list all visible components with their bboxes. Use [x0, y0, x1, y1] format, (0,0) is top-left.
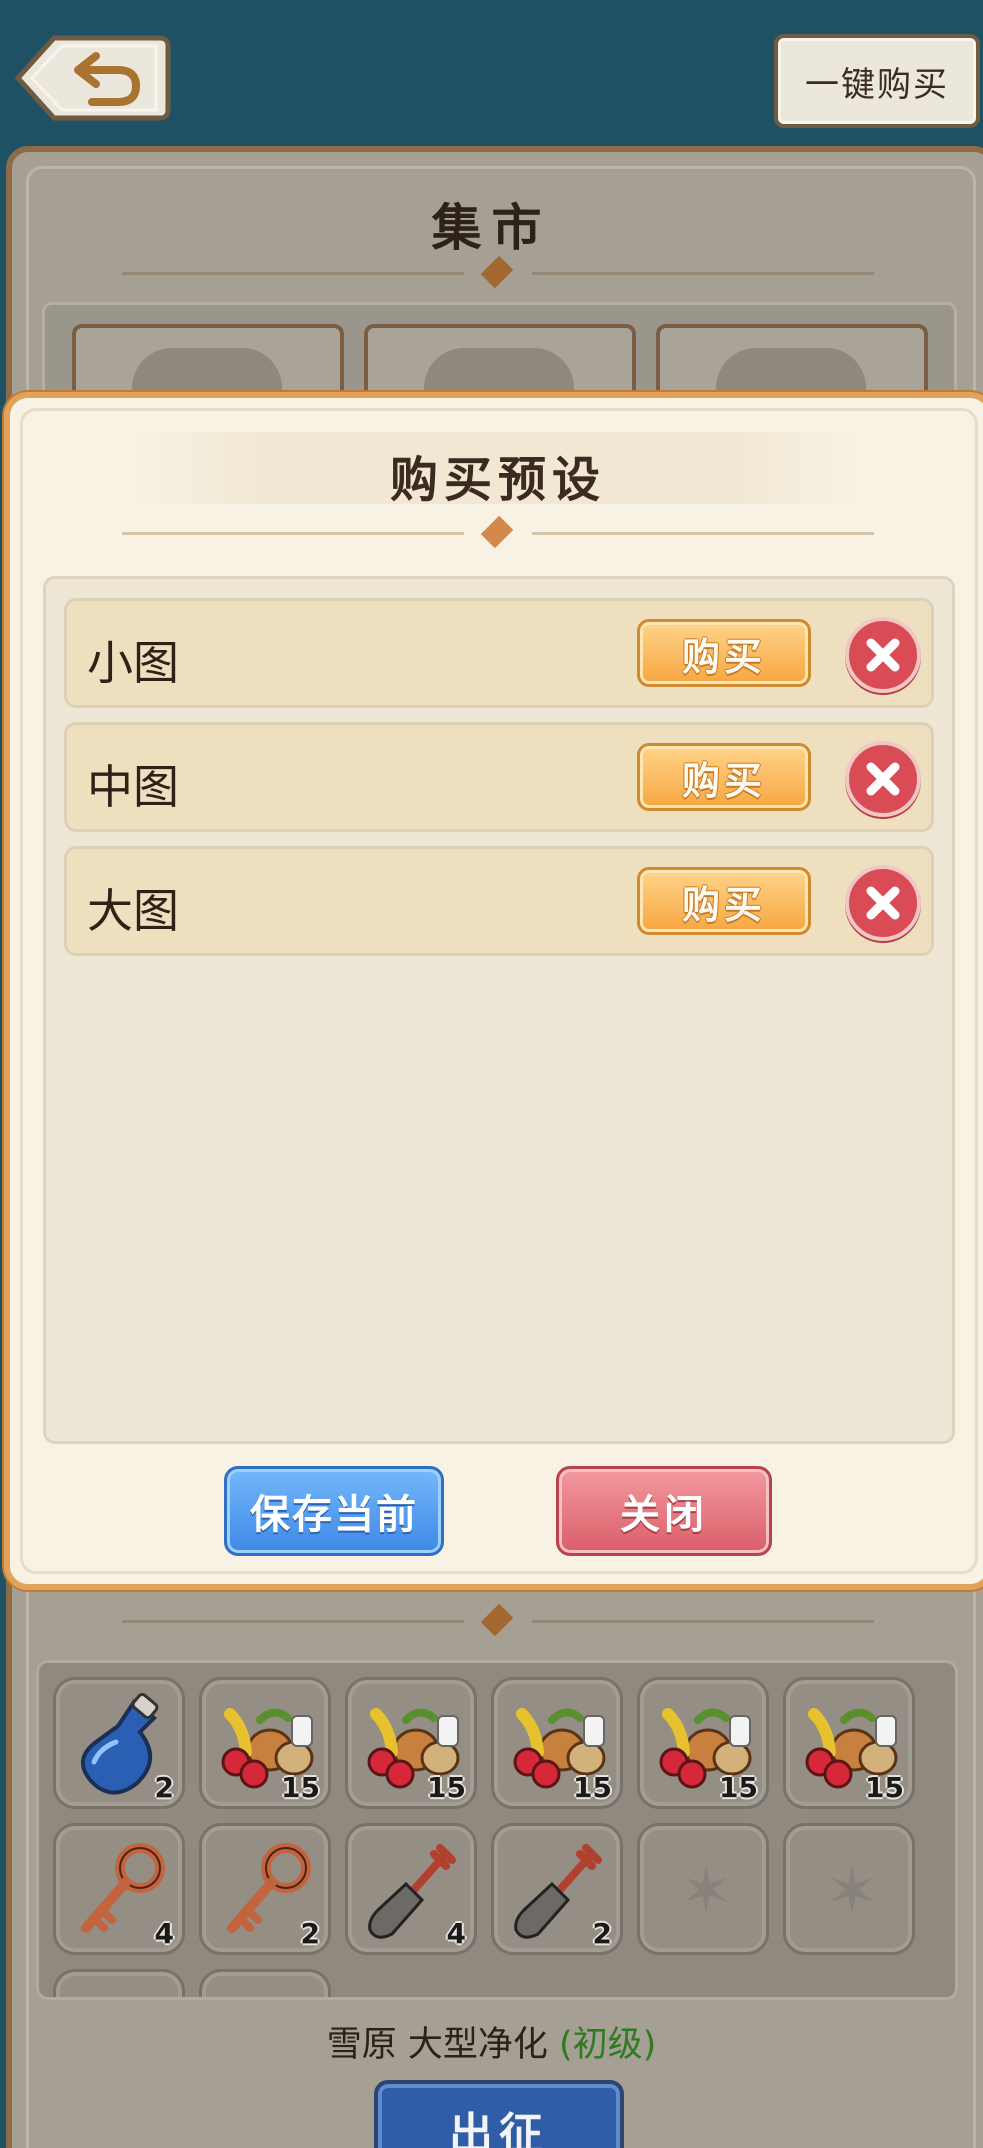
undo-arrow-icon — [14, 35, 171, 121]
stage-level: (初级) — [558, 2025, 657, 2065]
item-count: 15 — [719, 1771, 758, 1804]
inventory-slot-empty[interactable] — [53, 1969, 185, 1997]
item-count: 15 — [427, 1771, 466, 1804]
item-count: 2 — [154, 1771, 174, 1804]
preset-delete-button[interactable] — [845, 865, 921, 941]
preset-name: 小图 — [87, 636, 179, 690]
preset-delete-button[interactable] — [845, 741, 921, 817]
item-count: 15 — [865, 1771, 904, 1804]
inventory-slot[interactable]: 2 — [53, 1677, 185, 1809]
item-count: 2 — [300, 1917, 320, 1950]
stage-name: 雪原 大型净化 — [326, 2025, 548, 2065]
preset-row[interactable]: 大图 购买 — [64, 846, 934, 956]
inventory-slot[interactable]: 15 — [637, 1677, 769, 1809]
inventory-slot[interactable]: 2 — [199, 1823, 331, 1955]
inventory-divider — [122, 1603, 874, 1637]
preset-name: 中图 — [87, 760, 179, 814]
item-count: 4 — [154, 1917, 174, 1950]
inventory-slot[interactable]: 4 — [53, 1823, 185, 1955]
back-button[interactable] — [14, 34, 172, 122]
stage-info: 雪原 大型净化 (初级) — [0, 2016, 983, 2067]
preset-buy-button[interactable]: 购买 — [637, 867, 811, 935]
empty-slot-star-icon: ✶ — [825, 1855, 879, 1929]
inventory-slot-empty[interactable]: ✶ — [783, 1823, 915, 1955]
close-button[interactable]: 关闭 — [556, 1466, 772, 1556]
buy-all-button[interactable]: 一键购买 — [774, 34, 980, 128]
save-current-button[interactable]: 保存当前 — [224, 1466, 444, 1556]
empty-slot-star-icon: ✶ — [679, 1855, 733, 1929]
inventory-slot[interactable]: 4 — [345, 1823, 477, 1955]
close-icon — [866, 762, 900, 796]
preset-buy-button[interactable]: 购买 — [637, 619, 811, 687]
inventory-slot[interactable]: 2 — [491, 1823, 623, 1955]
preset-delete-button[interactable] — [845, 617, 921, 693]
preset-buy-button[interactable]: 购买 — [637, 743, 811, 811]
item-count: 2 — [592, 1917, 612, 1950]
inventory-slot-empty[interactable] — [199, 1969, 331, 1997]
inventory-grid: 2 15 15 15 15 15 4 2 4 2 ✶ ✶ — [36, 1660, 958, 2000]
inventory-slot-empty[interactable]: ✶ — [637, 1823, 769, 1955]
inventory-slot[interactable]: 15 — [199, 1677, 331, 1809]
item-count: 4 — [446, 1917, 466, 1950]
close-icon — [866, 886, 900, 920]
dialog-divider — [122, 515, 874, 549]
go-button[interactable]: 出征 — [374, 2080, 624, 2148]
title-divider — [122, 255, 874, 289]
item-count: 15 — [281, 1771, 320, 1804]
dialog-title: 购买预设 — [389, 452, 606, 508]
close-icon — [866, 638, 900, 672]
inventory-slot[interactable]: 15 — [783, 1677, 915, 1809]
market-title: 集市 — [431, 199, 552, 257]
preset-row[interactable]: 小图 购买 — [64, 598, 934, 708]
inventory-slot[interactable]: 15 — [491, 1677, 623, 1809]
item-count: 15 — [573, 1771, 612, 1804]
preset-name: 大图 — [87, 884, 179, 938]
preset-row[interactable]: 中图 购买 — [64, 722, 934, 832]
inventory-slot[interactable]: 15 — [345, 1677, 477, 1809]
